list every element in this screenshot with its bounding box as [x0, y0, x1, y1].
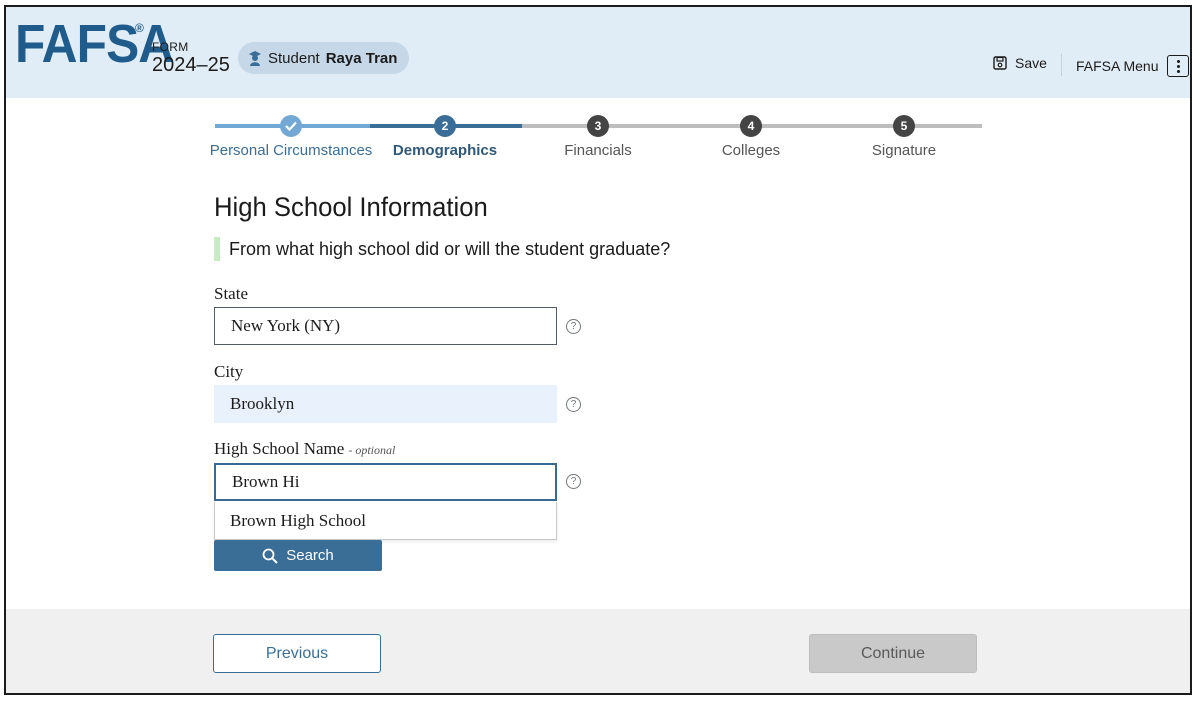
step-5-circle: 5	[893, 115, 915, 137]
school-help-icon[interactable]: ?	[566, 474, 581, 489]
step-1-label[interactable]: Personal Circumstances	[201, 142, 381, 159]
city-label: City	[214, 362, 244, 381]
city-help-icon[interactable]: ?	[566, 397, 581, 412]
footer	[6, 609, 1190, 693]
progress-stepper: 2 3 4 5 Personal Circumstances Demograph…	[6, 7, 1190, 167]
question-accent	[214, 237, 220, 261]
question-text: From what high school did or will the st…	[229, 239, 671, 259]
previous-button[interactable]: Previous	[213, 634, 381, 673]
state-select[interactable]: New York (NY)	[214, 307, 557, 345]
school-label-text: High School Name	[214, 439, 345, 458]
search-label: Search	[286, 547, 334, 564]
step-3-circle: 3	[587, 115, 609, 137]
school-label: High School Name - optional	[214, 439, 395, 459]
step-2-circle[interactable]: 2	[434, 115, 456, 137]
step-4-circle: 4	[740, 115, 762, 137]
high-school-input[interactable]: Brown Hi	[214, 463, 557, 501]
state-help-icon[interactable]: ?	[566, 319, 581, 334]
state-label: State	[214, 284, 248, 303]
city-field[interactable]: Brooklyn	[214, 385, 557, 423]
continue-button[interactable]: Continue	[809, 634, 977, 673]
step-1-complete[interactable]	[280, 115, 302, 137]
optional-tag: - optional	[348, 443, 396, 457]
step-5-label: Signature	[871, 142, 937, 159]
school-suggestion[interactable]: Brown High School	[214, 502, 557, 540]
check-icon	[285, 121, 297, 131]
page-title: High School Information	[214, 192, 488, 222]
search-icon	[262, 548, 278, 564]
app-frame: FAFSA ® FORM 2024–25 Student Raya Tran S…	[4, 5, 1192, 695]
search-button[interactable]: Search	[214, 540, 382, 571]
